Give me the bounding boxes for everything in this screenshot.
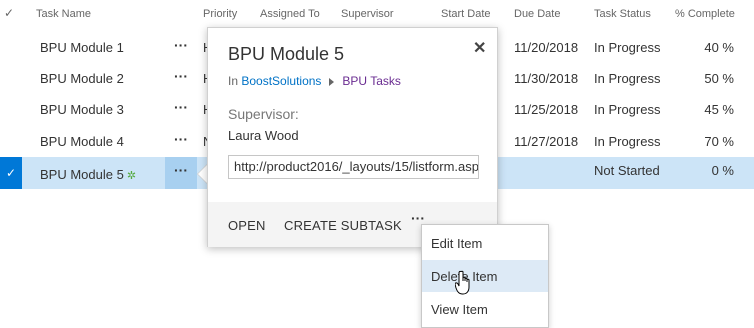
breadcrumb-site-link[interactable]: BoostSolutions: [241, 74, 321, 88]
ellipsis-icon[interactable]: ···: [165, 126, 197, 158]
ellipsis-icon[interactable]: ···: [165, 157, 197, 189]
chevron-right-icon: [329, 77, 335, 86]
open-button[interactable]: OPEN: [228, 218, 266, 233]
ellipsis-icon[interactable]: ···: [165, 63, 197, 95]
callout-title: BPU Module 5: [228, 44, 345, 64]
due-date-cell: 11/25/2018: [514, 102, 579, 117]
column-header-supervisor[interactable]: Supervisor: [341, 8, 394, 20]
percent-complete-cell: 45 %: [704, 102, 734, 117]
column-header-assigned-to[interactable]: Assigned To: [260, 8, 320, 20]
item-url-field[interactable]: http://product2016/_layouts/15/listform.…: [228, 155, 479, 179]
new-item-icon: ✲: [126, 170, 137, 182]
supervisor-value: Laura Wood: [228, 128, 299, 143]
task-name-text: BPU Module 5: [40, 167, 124, 182]
task-status-cell: In Progress: [594, 71, 661, 86]
breadcrumb-list-link[interactable]: BPU Tasks: [342, 74, 400, 88]
task-status-cell: Not Started: [594, 163, 660, 178]
percent-complete-cell: 70 %: [704, 134, 734, 149]
menu-item-view[interactable]: View Item: [422, 293, 548, 325]
close-icon[interactable]: ✕: [473, 38, 486, 58]
task-status-cell: In Progress: [594, 40, 661, 55]
column-header-start-date[interactable]: Start Date: [441, 8, 491, 20]
task-name-link[interactable]: BPU Module 1: [40, 40, 124, 55]
due-date-cell: 11/27/2018: [514, 134, 579, 149]
ellipsis-icon[interactable]: ···: [165, 32, 197, 64]
due-date-cell: 11/20/2018: [514, 40, 579, 55]
menu-item-edit[interactable]: Edit Item: [422, 227, 548, 259]
task-name-link[interactable]: BPU Module 4: [40, 134, 124, 149]
percent-complete-cell: 40 %: [704, 40, 734, 55]
column-header-task-status[interactable]: Task Status: [594, 8, 651, 20]
supervisor-label: Supervisor:: [228, 106, 299, 122]
hand-cursor-icon: [455, 270, 470, 295]
breadcrumb-prefix: In: [228, 74, 239, 88]
task-status-cell: In Progress: [594, 134, 661, 149]
column-header-due-date[interactable]: Due Date: [514, 8, 560, 20]
context-menu: Edit Item Delete Item View Item: [421, 224, 549, 328]
column-header-task-name[interactable]: Task Name: [36, 8, 91, 20]
column-header-percent-complete[interactable]: % Complete: [675, 8, 735, 20]
breadcrumb: In BoostSolutions BPU Tasks: [228, 74, 401, 88]
item-callout: BPU Module 5 ✕ In BoostSolutions BPU Task…: [207, 27, 498, 247]
create-subtask-button[interactable]: CREATE SUBTASK: [284, 218, 402, 233]
task-name-link[interactable]: BPU Module 3: [40, 102, 124, 117]
select-all-checkbox[interactable]: ✓: [4, 6, 14, 20]
task-status-cell: In Progress: [594, 102, 661, 117]
menu-item-delete[interactable]: Delete Item: [422, 260, 548, 292]
percent-complete-cell: 0 %: [711, 163, 734, 178]
column-header-priority[interactable]: Priority: [203, 8, 237, 20]
due-date-cell: 11/30/2018: [514, 71, 579, 86]
percent-complete-cell: 50 %: [704, 71, 734, 86]
task-name-link[interactable]: BPU Module 5 ✲: [40, 167, 136, 182]
checkmark-icon[interactable]: ✓: [0, 157, 22, 189]
task-name-link[interactable]: BPU Module 2: [40, 71, 124, 86]
ellipsis-icon[interactable]: ···: [165, 94, 197, 126]
